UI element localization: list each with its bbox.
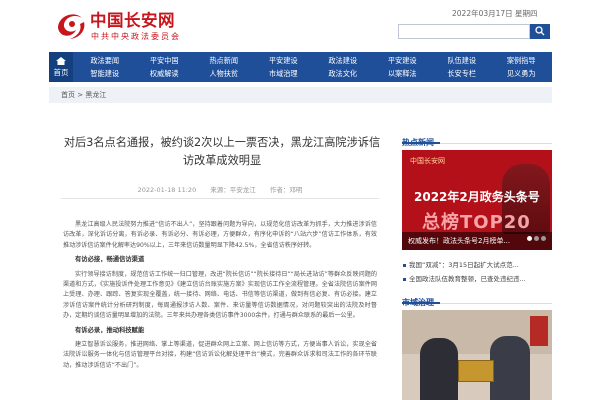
banner-brand: 中国长安网: [410, 157, 445, 165]
search-input[interactable]: [398, 24, 530, 39]
news-list-item[interactable]: 全国政法队伍教育整顿，已查处违纪违...: [402, 272, 552, 286]
nav-item[interactable]: 平安建设: [254, 54, 314, 67]
nav-grid: 政法要闻 平安中国 热点新闻 平安建设 政法建设 平安建设 队伍建设 案例指导 …: [75, 54, 551, 80]
search-button[interactable]: [530, 24, 550, 39]
nav-item[interactable]: 平安建设: [373, 54, 433, 67]
article-subheading: 有诉必录，推动科技赋能: [75, 326, 145, 334]
site-header: 中国长安网 中共中央政法委员会 2022年03月17日 星期四: [0, 0, 600, 52]
article-meta: 2022-01-18 11:20 来源：平安龙江 作者：邓明: [49, 184, 391, 194]
breadcrumb-current[interactable]: 黑龙江: [85, 91, 106, 99]
breadcrumb: 首页 > 黑龙江: [49, 87, 552, 103]
carousel-dot[interactable]: [541, 236, 546, 241]
article-paragraph: 实行领导接访制度，规范信访工作统一归口管理，改进“院长信访”“院长接待日”“局长…: [63, 270, 377, 320]
header-date: 2022年03月17日 星期四: [452, 9, 538, 18]
article: 对后3名点名通报，被约谈2次以上一票否决，黑龙江高院涉诉信访改革成效明显 202…: [49, 110, 391, 400]
carousel-dot[interactable]: [534, 236, 539, 241]
article-divider: [61, 198, 379, 199]
nav-home[interactable]: 首页: [49, 52, 73, 82]
nav-item[interactable]: 市域治理: [254, 67, 314, 80]
carousel-caption[interactable]: 权威发布！政法头条号2月榜单...: [408, 236, 510, 246]
nav-item[interactable]: 权威解读: [135, 67, 195, 80]
home-icon: [56, 57, 66, 65]
article-title: 对后3名点名通报，被约谈2次以上一票否决，黑龙江高院涉诉信访改革成效明显: [63, 136, 381, 167]
photo-person: [420, 338, 458, 400]
carousel-dot[interactable]: [527, 236, 532, 241]
article-time: 2022-01-18 11:20: [137, 186, 197, 194]
nav-item[interactable]: 政法要闻: [75, 54, 135, 67]
nav-item[interactable]: 见义勇为: [492, 67, 552, 80]
photo-person: [490, 336, 530, 400]
nav-item[interactable]: 智能建设: [75, 67, 135, 80]
article-body: 黑龙江高级人民法院努力推进“信访不出人”，坚持跟着问题为导向，以规范化信访改革为…: [63, 220, 377, 373]
photo-plaque: [458, 360, 494, 382]
article-author: 作者：邓明: [269, 186, 303, 194]
nav-item[interactable]: 平安中国: [135, 54, 195, 67]
header-accent-bar: [402, 142, 440, 144]
nav-item[interactable]: 以案释法: [373, 67, 433, 80]
nav-item[interactable]: 长安专栏: [432, 67, 492, 80]
sidebar: 热点新闻 中国长安网 2022年2月政务头条号 总榜TOP20 权威发布！政法头…: [402, 130, 552, 400]
nav-item[interactable]: 案例指导: [492, 54, 552, 67]
banner-rank: 总榜TOP20: [422, 212, 531, 233]
news-list-item[interactable]: 我国“双减”：3月15日起扩大试点范...: [402, 258, 552, 272]
hot-news-header: 热点新闻: [402, 130, 552, 147]
nav-home-label: 首页: [53, 68, 69, 77]
photo-banner: [530, 316, 548, 346]
city-governance-header: 市域治理: [402, 290, 552, 307]
article-source: 来源：平安龙江: [210, 186, 256, 194]
city-governance-photo[interactable]: [402, 310, 552, 400]
article-paragraph: 黑龙江高级人民法院努力推进“信访不出人”，坚持跟着问题为导向，以规范化信访改革为…: [63, 221, 377, 249]
nav-item[interactable]: 政法文化: [313, 67, 373, 80]
hot-news-list: 我国“双减”：3月15日起扩大试点范... 全国政法队伍教育整顿，已查处违纪违.…: [402, 258, 552, 286]
logo-title: 中国长安网: [90, 11, 175, 30]
search-icon: [535, 26, 545, 36]
main-nav: 首页 政法要闻 平安中国 热点新闻 平安建设 政法建设 平安建设 队伍建设 案例…: [49, 52, 552, 82]
nav-item[interactable]: 人物扶贫: [194, 67, 254, 80]
nav-item[interactable]: 队伍建设: [432, 54, 492, 67]
logo-subtitle: 中共中央政法委员会: [91, 32, 181, 41]
nav-item[interactable]: 热点新闻: [194, 54, 254, 67]
carousel-dots: [525, 226, 546, 245]
hot-news-carousel[interactable]: 中国长安网 2022年2月政务头条号 总榜TOP20 权威发布！政法头条号2月榜…: [402, 150, 552, 250]
breadcrumb-separator: >: [75, 91, 86, 99]
site-logo[interactable]: 中国长安网 中共中央政法委员会: [54, 6, 204, 46]
nav-item[interactable]: 政法建设: [313, 54, 373, 67]
breadcrumb-home[interactable]: 首页: [61, 91, 75, 99]
banner-headline: 2022年2月政务头条号: [414, 190, 540, 204]
article-paragraph: 建立智慧诉讼服务，推进网络、掌上等渠道，促进群众网上立案、网上信访等方式，方便当…: [63, 341, 377, 369]
header-accent-bar: [402, 302, 440, 304]
logo-swirl-icon: [58, 14, 85, 39]
article-subheading: 有访必接，畅通信访渠道: [75, 256, 145, 264]
